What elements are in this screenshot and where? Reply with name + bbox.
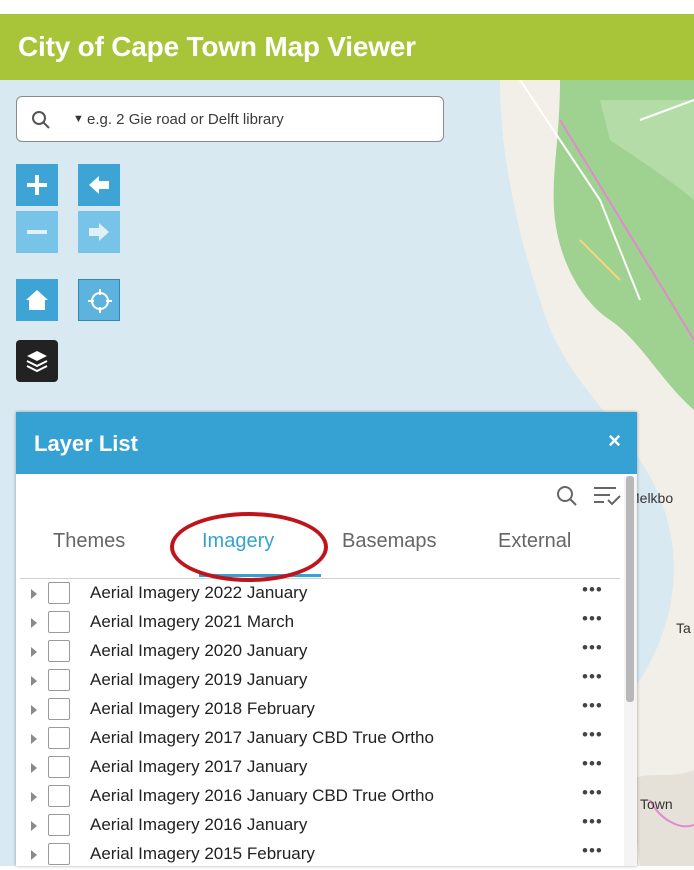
layer-label: Aerial Imagery 2022 January <box>90 583 308 602</box>
more-options-icon[interactable]: ••• <box>582 609 603 629</box>
list-item: Aerial Imagery 2017 January ••• <box>16 754 616 783</box>
minus-icon <box>27 230 47 234</box>
more-options-icon[interactable]: ••• <box>582 580 603 600</box>
map-label-ta: Ta <box>676 620 691 636</box>
layer-checkbox[interactable] <box>48 698 70 720</box>
layer-tabs: Themes Imagery Basemaps External <box>16 524 616 579</box>
layer-checkbox[interactable] <box>48 727 70 749</box>
layer-label: Aerial Imagery 2016 January <box>90 815 308 834</box>
search-icon[interactable] <box>31 110 51 130</box>
locate-icon <box>88 289 112 313</box>
search-input[interactable] <box>87 107 427 131</box>
more-options-icon[interactable]: ••• <box>582 667 603 687</box>
layer-list-title: Layer List <box>34 431 138 456</box>
list-item: Aerial Imagery 2016 January CBD True Ort… <box>16 783 616 812</box>
more-options-icon[interactable]: ••• <box>582 725 603 745</box>
expand-icon[interactable] <box>31 821 37 831</box>
arrow-right-icon <box>89 223 109 241</box>
layer-checkbox[interactable] <box>48 843 70 865</box>
list-item: Aerial Imagery 2020 January ••• <box>16 638 616 667</box>
map-label-town: Town <box>640 796 673 812</box>
top-strip <box>0 0 694 14</box>
tab-basemaps[interactable]: Basemaps <box>342 530 437 553</box>
app-title: City of Cape Town Map Viewer <box>18 31 416 62</box>
zoom-out-button[interactable] <box>16 211 58 253</box>
layer-checkbox[interactable] <box>48 756 70 778</box>
list-item: Aerial Imagery 2022 January ••• <box>16 580 616 609</box>
layer-label: Aerial Imagery 2017 January CBD True Ort… <box>90 728 434 747</box>
layer-label: Aerial Imagery 2021 March <box>90 612 295 631</box>
active-tab-indicator <box>199 574 321 577</box>
expand-icon[interactable] <box>31 589 37 599</box>
more-options-icon[interactable]: ••• <box>582 841 603 861</box>
layers-icon <box>26 351 48 373</box>
arrow-left-icon <box>89 176 109 194</box>
layer-checkbox[interactable] <box>48 785 70 807</box>
layer-tools <box>557 486 621 506</box>
list-item: Aerial Imagery 2021 March ••• <box>16 609 616 638</box>
expand-icon[interactable] <box>31 705 37 715</box>
scrollbar-thumb[interactable] <box>626 476 634 702</box>
tab-divider <box>20 578 620 579</box>
search-box[interactable]: ▼ <box>16 96 444 142</box>
list-item: Aerial Imagery 2019 January ••• <box>16 667 616 696</box>
home-button[interactable] <box>16 279 58 321</box>
layer-list-panel: Layer List × Themes Imagery Basemaps Ext… <box>16 412 637 866</box>
more-options-icon[interactable]: ••• <box>582 812 603 832</box>
layer-list-scrollbar[interactable] <box>624 476 637 866</box>
expand-icon[interactable] <box>31 850 37 860</box>
app-header: City of Cape Town Map Viewer <box>0 14 694 80</box>
tab-themes[interactable]: Themes <box>53 530 125 553</box>
layer-label: Aerial Imagery 2017 January <box>90 757 308 776</box>
expand-icon[interactable] <box>31 763 37 773</box>
layer-list-button[interactable] <box>16 340 58 382</box>
layer-label: Aerial Imagery 2018 February <box>90 699 315 718</box>
layer-list-header: Layer List × <box>16 412 637 474</box>
list-item: Aerial Imagery 2018 February ••• <box>16 696 616 725</box>
zoom-in-button[interactable] <box>16 164 58 206</box>
expand-icon[interactable] <box>31 676 37 686</box>
more-options-icon[interactable]: ••• <box>582 783 603 803</box>
search-icon[interactable] <box>557 486 577 506</box>
layer-checkbox[interactable] <box>48 814 70 836</box>
more-options-icon[interactable]: ••• <box>582 696 603 716</box>
layer-checkbox[interactable] <box>48 640 70 662</box>
more-options-icon[interactable]: ••• <box>582 638 603 658</box>
home-icon <box>26 290 48 310</box>
expand-icon[interactable] <box>31 734 37 744</box>
layer-checkbox[interactable] <box>48 669 70 691</box>
close-icon[interactable]: × <box>608 428 621 454</box>
layer-label: Aerial Imagery 2016 January CBD True Ort… <box>90 786 434 805</box>
layer-label: Aerial Imagery 2020 January <box>90 641 308 660</box>
list-item: Aerial Imagery 2017 January CBD True Ort… <box>16 725 616 754</box>
layer-label: Aerial Imagery 2015 February <box>90 844 315 863</box>
previous-extent-button[interactable] <box>78 164 120 206</box>
layer-checkbox[interactable] <box>48 582 70 604</box>
layer-checkbox[interactable] <box>48 611 70 633</box>
locate-button[interactable] <box>78 279 120 321</box>
layer-label: Aerial Imagery 2019 January <box>90 670 308 689</box>
tab-external[interactable]: External <box>498 530 571 553</box>
search-source-dropdown-icon[interactable]: ▼ <box>73 113 84 125</box>
filter-icon[interactable] <box>594 487 621 506</box>
expand-icon[interactable] <box>31 792 37 802</box>
expand-icon[interactable] <box>31 618 37 628</box>
plus-icon <box>27 175 47 195</box>
tab-imagery[interactable]: Imagery <box>202 530 274 553</box>
more-options-icon[interactable]: ••• <box>582 754 603 774</box>
expand-icon[interactable] <box>31 647 37 657</box>
list-item: Aerial Imagery 2016 January ••• <box>16 812 616 841</box>
next-extent-button[interactable] <box>78 211 120 253</box>
